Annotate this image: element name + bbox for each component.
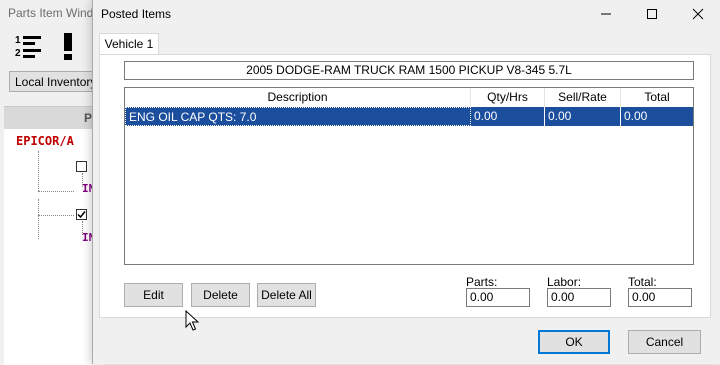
- cell-sell: 0.00: [545, 107, 621, 126]
- local-inventory-button[interactable]: Local Inventory: [9, 71, 95, 92]
- grid-header: Description Qty/Hrs Sell/Rate Total: [125, 88, 693, 108]
- dialog-title: Posted Items: [101, 7, 172, 21]
- column-header-qty[interactable]: Qty/Hrs: [471, 88, 545, 107]
- parts-label: Parts:: [466, 275, 498, 289]
- grand-total-field[interactable]: 0.00: [628, 288, 692, 307]
- labor-label: Labor:: [547, 275, 582, 289]
- parts-total-field[interactable]: 0.00: [466, 288, 530, 307]
- svg-text:2: 2: [15, 48, 21, 59]
- numbered-list-icon[interactable]: 1 2: [12, 30, 44, 62]
- edit-button[interactable]: Edit: [124, 283, 183, 307]
- tree-root-label[interactable]: EPICOR/A: [16, 134, 74, 148]
- background-panel-header: P: [4, 107, 104, 129]
- background-window-title: Parts Item Wind: [8, 6, 94, 20]
- column-header-total[interactable]: Total: [621, 88, 693, 107]
- svg-text:1: 1: [15, 35, 21, 46]
- tab-vehicle-1[interactable]: Vehicle 1: [99, 33, 159, 55]
- cell-description: ENG OIL CAP QTS: 7.0: [125, 107, 471, 126]
- mouse-cursor-icon: [185, 310, 199, 331]
- vehicle-description: 2005 DODGE-RAM TRUCK RAM 1500 PICKUP V8-…: [124, 61, 694, 80]
- tree-checkbox-checked[interactable]: [76, 209, 87, 220]
- maximize-icon: [647, 9, 657, 19]
- tree-checkbox-unchecked[interactable]: [76, 161, 87, 172]
- minimize-icon: [601, 13, 611, 15]
- total-label: Total:: [628, 275, 657, 289]
- posted-items-grid[interactable]: Description Qty/Hrs Sell/Rate Total ENG …: [124, 87, 694, 265]
- background-tree-panel: P EPICOR/A IN IN: [4, 106, 104, 365]
- delete-all-button[interactable]: Delete All: [257, 283, 316, 307]
- cell-total: 0.00: [624, 109, 648, 123]
- close-icon: [692, 8, 704, 20]
- ok-button[interactable]: OK: [538, 330, 610, 354]
- maximize-button[interactable]: [629, 0, 675, 28]
- exclamation-icon[interactable]: [52, 30, 84, 62]
- table-row[interactable]: ENG OIL CAP QTS: 7.0 0.00 0.00 0.00: [125, 107, 693, 126]
- column-header-sell[interactable]: Sell/Rate: [545, 88, 621, 107]
- background-panel-header-text: P: [84, 111, 93, 125]
- column-header-description[interactable]: Description: [125, 88, 471, 107]
- cell-qty: 0.00: [471, 107, 545, 126]
- tab-panel: 2005 DODGE-RAM TRUCK RAM 1500 PICKUP V8-…: [99, 54, 711, 318]
- close-button[interactable]: [675, 0, 720, 28]
- cancel-button[interactable]: Cancel: [628, 330, 701, 354]
- labor-total-field[interactable]: 0.00: [547, 288, 611, 307]
- delete-button[interactable]: Delete: [191, 283, 250, 307]
- minimize-button[interactable]: [583, 0, 629, 28]
